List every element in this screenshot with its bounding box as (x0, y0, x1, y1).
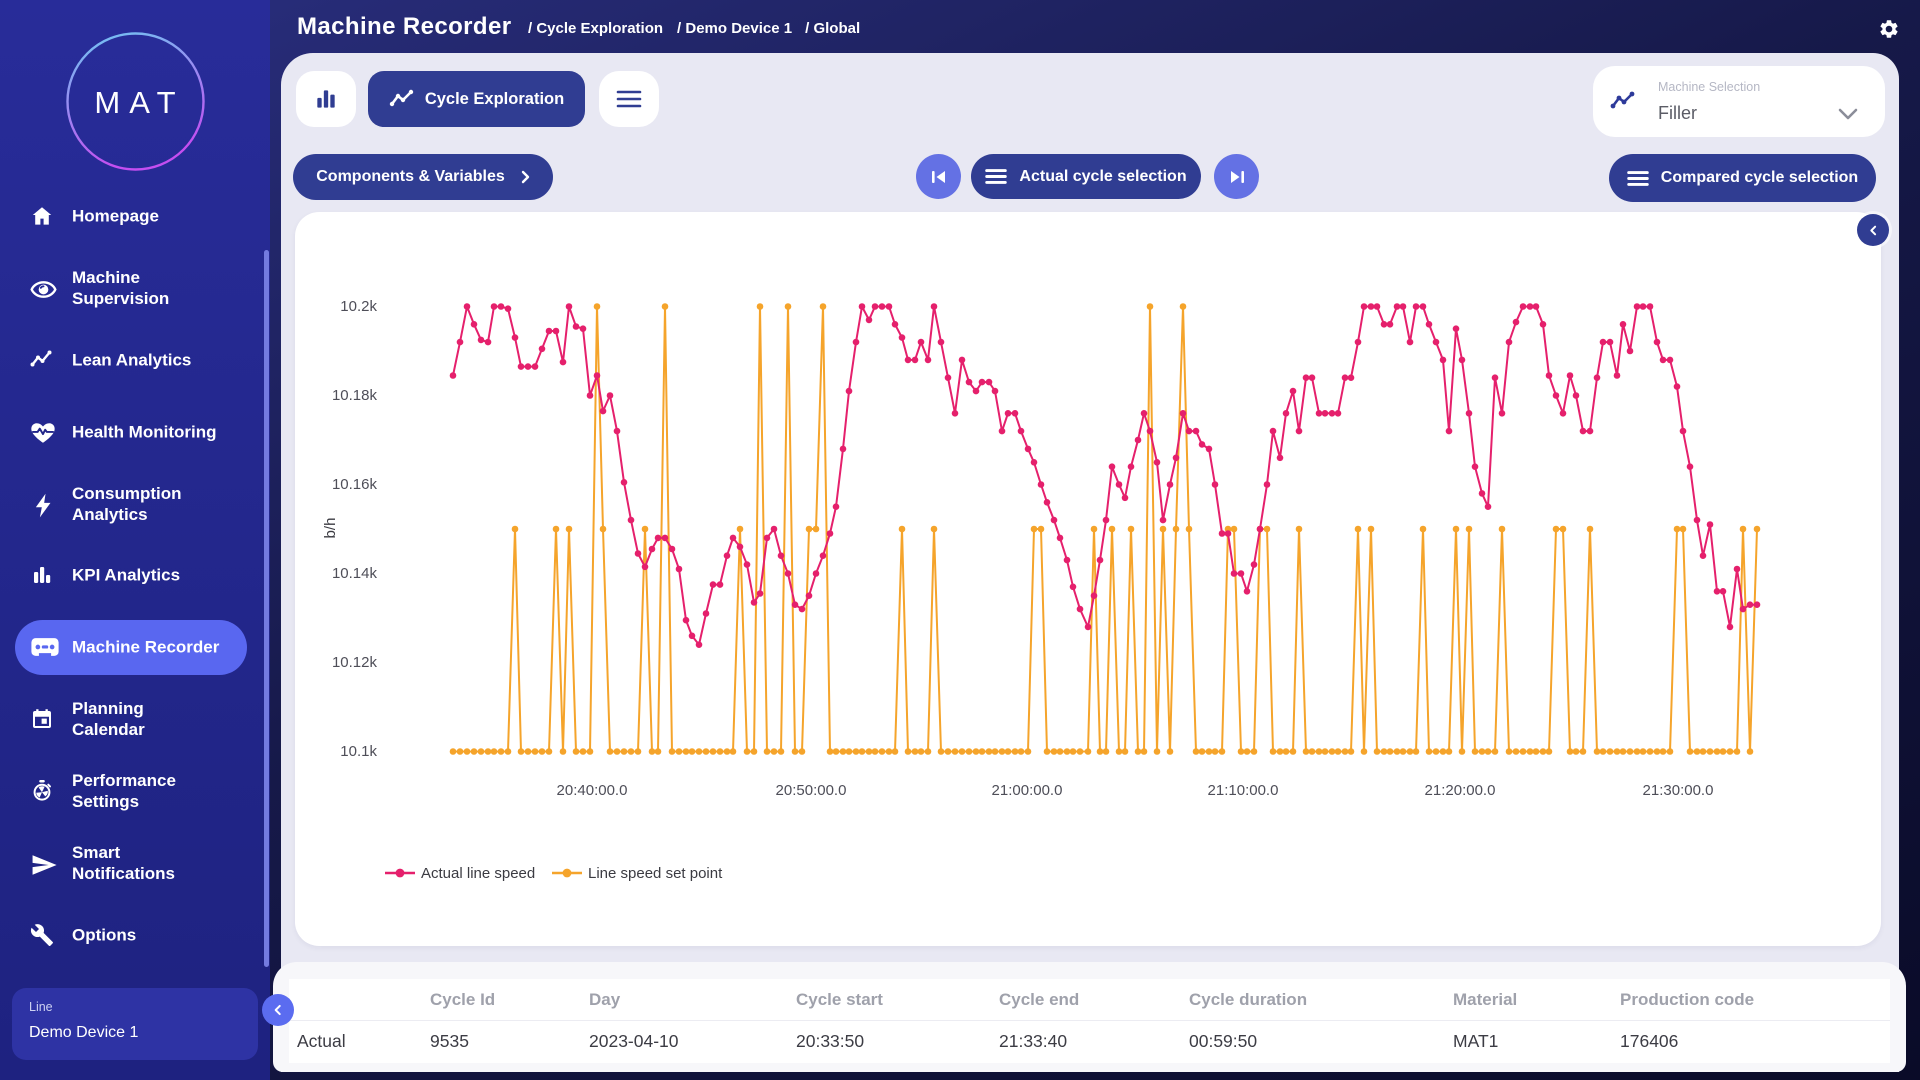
svg-text:20:40:00.0: 20:40:00.0 (557, 782, 628, 799)
svg-text:Actual line speed: Actual line speed (421, 865, 535, 882)
svg-text:10.18k: 10.18k (332, 387, 378, 404)
svg-text:20:50:00.0: 20:50:00.0 (776, 782, 847, 799)
svg-text:10.1k: 10.1k (340, 743, 377, 760)
svg-text:21:20:00.0: 21:20:00.0 (1425, 782, 1496, 799)
svg-text:Line speed set point: Line speed set point (588, 865, 723, 882)
svg-text:10.14k: 10.14k (332, 565, 378, 582)
svg-text:21:10:00.0: 21:10:00.0 (1208, 782, 1279, 799)
svg-text:21:00:00.0: 21:00:00.0 (992, 782, 1063, 799)
svg-text:21:30:00.0: 21:30:00.0 (1643, 782, 1714, 799)
svg-text:b/h: b/h (322, 518, 339, 539)
svg-text:10.2k: 10.2k (340, 298, 377, 315)
svg-text:10.12k: 10.12k (332, 654, 378, 671)
svg-text:10.16k: 10.16k (332, 476, 378, 493)
